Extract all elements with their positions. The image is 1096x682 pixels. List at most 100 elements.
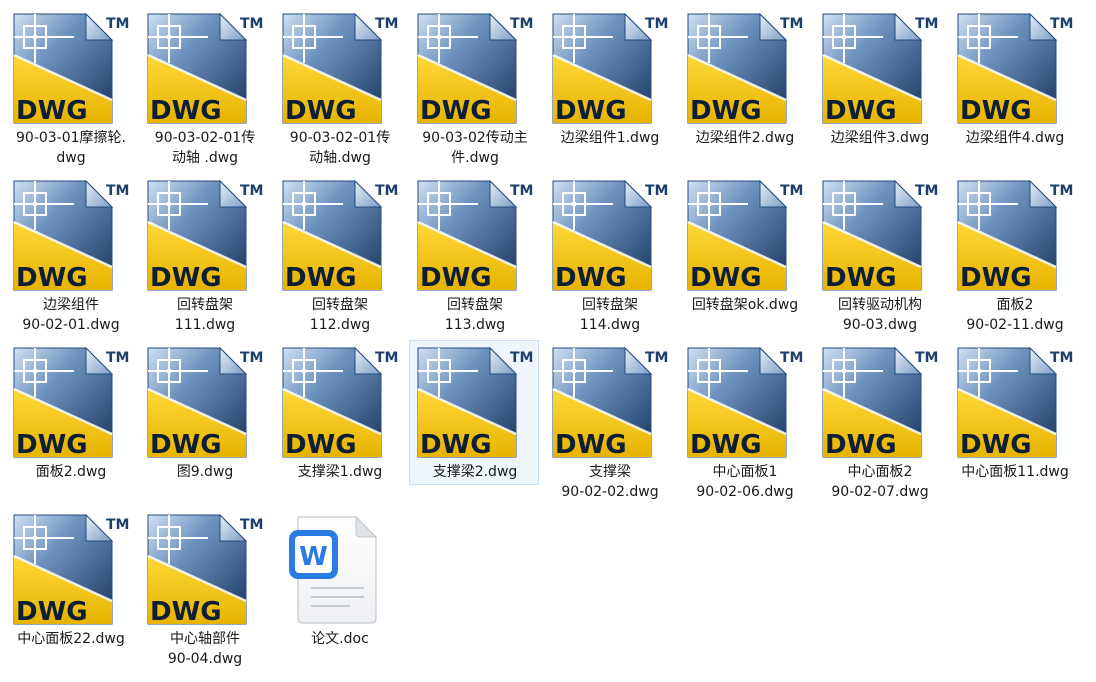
file-name-label: 回转盘架 114.dwg bbox=[579, 297, 641, 333]
file-name-label: 边梁组件4.dwg bbox=[965, 130, 1065, 146]
dwg-badge: DWG bbox=[16, 96, 88, 126]
dwg-file-icon: TM DWG bbox=[13, 179, 129, 293]
dwg-file-item[interactable]: TM DWG 回转盘架 113.dwg bbox=[409, 173, 539, 333]
dwg-badge: DWG bbox=[825, 263, 897, 293]
dwg-file-item[interactable]: TM DWG 中心轴部件 90-04.dwg bbox=[139, 507, 269, 667]
dwg-badge: DWG bbox=[825, 96, 897, 126]
dwg-badge: DWG bbox=[555, 430, 627, 460]
dwg-file-item[interactable]: TM DWG 边梁组件4.dwg bbox=[949, 6, 1079, 151]
dwg-file-item[interactable]: TM DWG 中心面板2 90-02-07.dwg bbox=[814, 340, 944, 500]
trademark-label: TM bbox=[1050, 183, 1073, 199]
dwg-badge: DWG bbox=[960, 96, 1032, 126]
dwg-file-icon: TM DWG bbox=[822, 179, 938, 293]
dwg-badge: DWG bbox=[420, 263, 492, 293]
file-name-label: 中心轴部件 90-04.dwg bbox=[167, 631, 243, 667]
trademark-label: TM bbox=[780, 350, 803, 366]
dwg-file-item[interactable]: TM DWG 回转驱动机构 90-03.dwg bbox=[814, 173, 944, 333]
file-name-label: 边梁组件2.dwg bbox=[695, 130, 795, 146]
file-name-label: 90-03-02传动主 件.dwg bbox=[422, 130, 528, 166]
trademark-label: TM bbox=[510, 16, 533, 32]
trademark-label: TM bbox=[375, 350, 398, 366]
dwg-file-icon: TM DWG bbox=[822, 12, 938, 126]
dwg-file-icon: TM DWG bbox=[147, 12, 263, 126]
dwg-file-icon: TM DWG bbox=[687, 179, 803, 293]
dwg-file-item[interactable]: TM DWG 支撑梁2.dwg bbox=[409, 340, 539, 485]
trademark-label: TM bbox=[106, 517, 129, 533]
dwg-file-item[interactable]: TM DWG 边梁组件 90-02-01.dwg bbox=[5, 173, 135, 333]
word-doc-icon: W bbox=[289, 515, 378, 624]
dwg-file-item[interactable]: TM DWG 回转盘架 114.dwg bbox=[544, 173, 674, 333]
dwg-file-icon: TM DWG bbox=[417, 346, 533, 460]
file-name-label: 边梁组件3.dwg bbox=[830, 130, 930, 146]
trademark-label: TM bbox=[106, 16, 129, 32]
trademark-label: TM bbox=[240, 183, 263, 199]
dwg-file-item[interactable]: TM DWG 面板2 90-02-11.dwg bbox=[949, 173, 1079, 333]
dwg-file-icon: TM DWG bbox=[13, 346, 129, 460]
dwg-file-icon: TM DWG bbox=[147, 346, 263, 460]
file-name-label: 回转驱动机构 90-03.dwg bbox=[838, 297, 922, 333]
doc-file-item[interactable]: W 论文.doc bbox=[274, 507, 404, 652]
trademark-label: TM bbox=[915, 183, 938, 199]
dwg-file-icon: TM DWG bbox=[552, 179, 668, 293]
dwg-file-item[interactable]: TM DWG 面板2.dwg bbox=[5, 340, 135, 485]
trademark-label: TM bbox=[375, 16, 398, 32]
dwg-file-icon: TM DWG bbox=[282, 346, 398, 460]
dwg-badge: DWG bbox=[960, 263, 1032, 293]
dwg-file-item[interactable]: TM DWG 回转盘架 111.dwg bbox=[139, 173, 269, 333]
file-grid: TM DWG 90-03-01摩擦轮. dwg TM DWG 90-03-02-01传 动… bbox=[0, 0, 1096, 682]
trademark-label: TM bbox=[1050, 16, 1073, 32]
dwg-file-item[interactable]: TM DWG 90-03-02-01传 动轴 .dwg bbox=[139, 6, 269, 166]
dwg-file-item[interactable]: TM DWG 回转盘架ok.dwg bbox=[679, 173, 809, 318]
file-name-label: 90-03-01摩擦轮. dwg bbox=[16, 130, 126, 166]
trademark-label: TM bbox=[915, 350, 938, 366]
dwg-badge: DWG bbox=[825, 430, 897, 460]
dwg-file-icon: TM DWG bbox=[282, 179, 398, 293]
dwg-file-icon: TM DWG bbox=[13, 12, 129, 126]
dwg-badge: DWG bbox=[420, 430, 492, 460]
trademark-label: TM bbox=[1050, 350, 1073, 366]
dwg-file-item[interactable]: TM DWG 支撑梁1.dwg bbox=[274, 340, 404, 485]
dwg-badge: DWG bbox=[555, 263, 627, 293]
dwg-file-item[interactable]: TM DWG 支撑梁 90-02-02.dwg bbox=[544, 340, 674, 500]
trademark-label: TM bbox=[915, 16, 938, 32]
file-name-label: 中心面板11.dwg bbox=[961, 464, 1069, 480]
dwg-file-icon: TM DWG bbox=[552, 346, 668, 460]
file-name-label: 支撑梁2.dwg bbox=[432, 464, 518, 480]
dwg-badge: DWG bbox=[150, 96, 222, 126]
dwg-file-item[interactable]: TM DWG 中心面板22.dwg bbox=[5, 507, 135, 652]
dwg-file-icon: TM DWG bbox=[282, 12, 398, 126]
file-name-label: 回转盘架 111.dwg bbox=[174, 297, 236, 333]
dwg-badge: DWG bbox=[16, 597, 88, 627]
dwg-file-item[interactable]: TM DWG 90-03-02-01传 动轴.dwg bbox=[274, 6, 404, 166]
dwg-file-item[interactable]: TM DWG 边梁组件2.dwg bbox=[679, 6, 809, 151]
dwg-file-icon: TM DWG bbox=[957, 12, 1073, 126]
trademark-label: TM bbox=[106, 350, 129, 366]
dwg-badge: DWG bbox=[16, 430, 88, 460]
dwg-file-item[interactable]: TM DWG 中心面板11.dwg bbox=[949, 340, 1079, 485]
file-name-label: 回转盘架 113.dwg bbox=[444, 297, 506, 333]
file-name-label: 图9.dwg bbox=[176, 464, 234, 480]
word-badge: W bbox=[299, 542, 328, 572]
dwg-file-item[interactable]: TM DWG 90-03-02传动主 件.dwg bbox=[409, 6, 539, 166]
dwg-badge: DWG bbox=[16, 263, 88, 293]
dwg-badge: DWG bbox=[285, 96, 357, 126]
dwg-badge: DWG bbox=[960, 430, 1032, 460]
dwg-badge: DWG bbox=[555, 96, 627, 126]
dwg-file-item[interactable]: TM DWG 边梁组件3.dwg bbox=[814, 6, 944, 151]
dwg-badge: DWG bbox=[690, 96, 762, 126]
file-name-label: 面板2.dwg bbox=[35, 464, 107, 480]
dwg-badge: DWG bbox=[150, 597, 222, 627]
dwg-file-icon: TM DWG bbox=[417, 12, 533, 126]
file-name-label: 支撑梁1.dwg bbox=[297, 464, 383, 480]
trademark-label: TM bbox=[645, 350, 668, 366]
dwg-file-icon: TM DWG bbox=[147, 513, 263, 627]
dwg-file-item[interactable]: TM DWG 边梁组件1.dwg bbox=[544, 6, 674, 151]
dwg-file-item[interactable]: TM DWG 中心面板1 90-02-06.dwg bbox=[679, 340, 809, 500]
dwg-file-icon: TM DWG bbox=[822, 346, 938, 460]
dwg-file-item[interactable]: TM DWG 90-03-01摩擦轮. dwg bbox=[5, 6, 135, 166]
file-name-label: 论文.doc bbox=[311, 631, 369, 647]
dwg-file-item[interactable]: TM DWG 图9.dwg bbox=[139, 340, 269, 485]
dwg-file-item[interactable]: TM DWG 回转盘架 112.dwg bbox=[274, 173, 404, 333]
dwg-file-icon: TM DWG bbox=[417, 179, 533, 293]
trademark-label: TM bbox=[645, 16, 668, 32]
